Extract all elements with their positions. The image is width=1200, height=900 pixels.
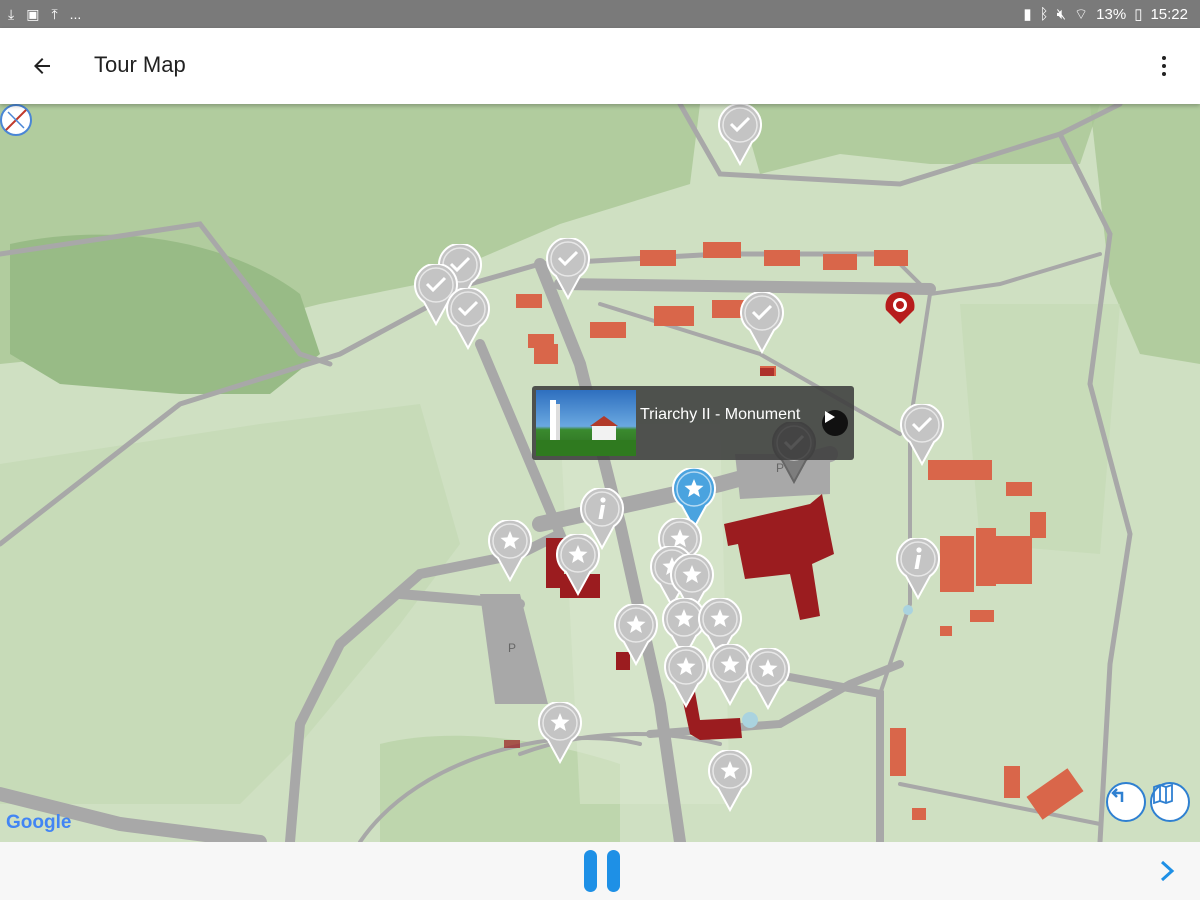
star-icon <box>488 520 532 582</box>
star-icon <box>664 646 708 708</box>
map-view[interactable]: P P Triarchy II - Monument Google <box>0 104 1200 842</box>
image-icon: ▣ <box>26 5 40 22</box>
chevron-right-icon <box>1160 860 1175 882</box>
back-arrow-icon <box>34 58 50 74</box>
more-vert-icon <box>1162 56 1166 76</box>
mute-icon: 🔇︎ <box>1056 5 1067 23</box>
clock: 15:22 <box>1150 5 1188 23</box>
check-icon <box>900 404 944 466</box>
app-bar: Tour Map <box>0 28 1200 104</box>
info-icon <box>896 538 940 600</box>
download-icon: ⤓ <box>8 5 15 22</box>
battery-percent: 13% <box>1096 5 1127 23</box>
pause-icon <box>584 850 597 892</box>
map-pin-star[interactable] <box>614 604 658 666</box>
upload-icon: ⤒ <box>51 5 58 22</box>
compass-icon[interactable] <box>0 104 32 136</box>
poi-title: Triarchy II - Monument <box>640 406 801 423</box>
check-icon <box>740 292 784 354</box>
map-pin-check[interactable] <box>900 404 944 466</box>
map-pin-check[interactable] <box>446 288 490 350</box>
star-icon <box>538 702 582 764</box>
star-icon <box>708 750 752 812</box>
page-title: Tour Map <box>94 52 186 77</box>
map-pin-check[interactable] <box>718 104 762 166</box>
poi-thumbnail <box>536 390 636 456</box>
play-button[interactable] <box>822 410 848 436</box>
wifi-icon: ⌔ <box>1074 5 1089 23</box>
play-icon <box>825 411 835 423</box>
recenter-button[interactable] <box>1106 782 1146 822</box>
status-bar: ⤓ ▣ ⤒ ... ▮ ᛒ 🔇︎ ⌔ 13% ▯ 15:22 <box>0 0 1200 28</box>
map-pin-star[interactable] <box>708 750 752 812</box>
map-toggle-button[interactable] <box>1150 782 1190 822</box>
more-notifications: ... <box>69 6 82 22</box>
poi-popup[interactable]: Triarchy II - Monument <box>532 386 854 460</box>
map-pin-star[interactable] <box>538 702 582 764</box>
star-icon <box>556 534 600 596</box>
playback-bar <box>0 842 1200 900</box>
map-pin-check[interactable] <box>546 238 590 300</box>
back-button[interactable] <box>18 42 66 90</box>
pause-button[interactable] <box>578 850 626 894</box>
map-pin-star[interactable] <box>746 648 790 710</box>
google-logo: Google <box>6 812 72 833</box>
overflow-menu-button[interactable] <box>1140 42 1188 90</box>
map-icon <box>1153 784 1173 804</box>
map-pin-star[interactable] <box>488 520 532 582</box>
check-icon <box>446 288 490 350</box>
next-button[interactable] <box>1152 854 1182 888</box>
check-icon <box>718 104 762 166</box>
map-pin-star[interactable] <box>556 534 600 596</box>
bluetooth-icon: ᛒ <box>1039 5 1049 23</box>
star-icon <box>746 648 790 710</box>
parking-label: P <box>508 641 516 655</box>
map-pin-check[interactable] <box>740 292 784 354</box>
map-base: P P <box>0 104 1200 842</box>
current-location-marker[interactable] <box>885 292 915 324</box>
map-pin-star[interactable] <box>664 646 708 708</box>
battery-icon: ▯ <box>1134 6 1143 23</box>
return-arrow-icon <box>1111 788 1124 802</box>
check-icon <box>546 238 590 300</box>
map-pin-info[interactable] <box>896 538 940 600</box>
battery-saver-icon: ▮ <box>1023 6 1032 23</box>
star-icon <box>614 604 658 666</box>
